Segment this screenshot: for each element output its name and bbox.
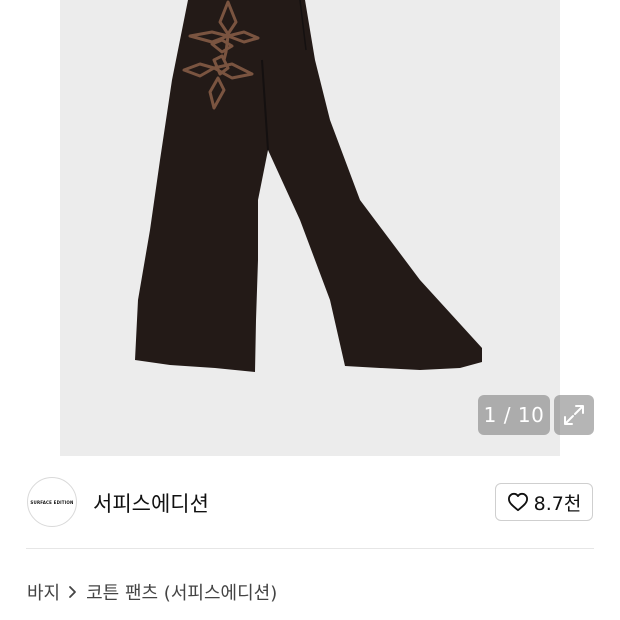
heart-icon [507, 492, 528, 512]
seller-logo-avatar[interactable]: SURFACE EDITION [27, 477, 77, 527]
expand-icon [564, 405, 584, 425]
seller-row: SURFACE EDITION 서피스에디션 8.7천 [0, 456, 620, 548]
product-photo [135, 0, 482, 372]
pants-shape [135, 0, 482, 372]
like-count: 8.7천 [533, 492, 582, 515]
like-button[interactable]: 8.7천 [495, 483, 593, 521]
seller-logo-text: SURFACE EDITION [30, 499, 74, 505]
expand-image-button[interactable] [554, 395, 594, 435]
breadcrumb-category[interactable]: 바지 [27, 579, 60, 605]
product-image-gallery[interactable]: 1 / 10 [0, 0, 620, 456]
section-divider [26, 548, 594, 549]
chevron-right-icon [68, 585, 78, 599]
breadcrumb: 바지 코튼 팬츠 (서피스에디션) [27, 578, 277, 606]
breadcrumb-product: 코튼 팬츠 (서피스에디션) [86, 583, 278, 604]
image-counter: 1 / 10 [478, 395, 550, 435]
seller-name[interactable]: 서피스에디션 [93, 488, 209, 518]
